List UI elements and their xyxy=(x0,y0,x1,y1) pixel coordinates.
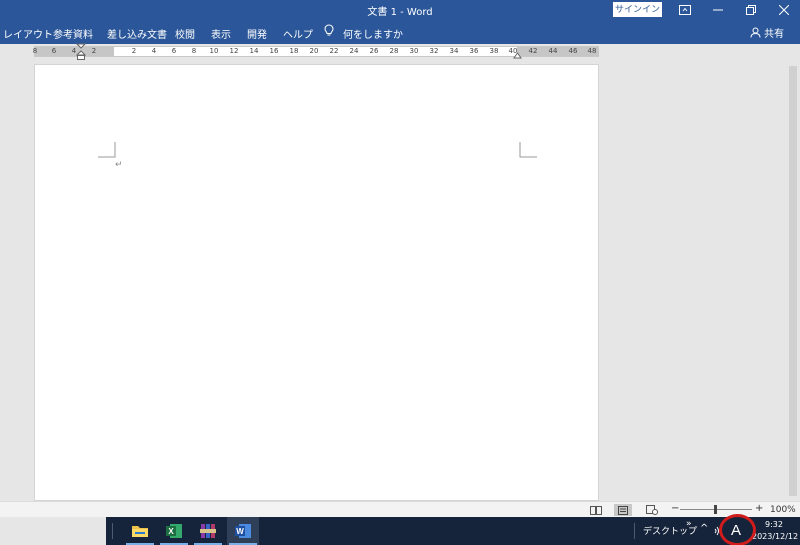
margin-corner-top-right-icon xyxy=(519,142,537,158)
status-bar: − + 100% xyxy=(0,501,800,517)
ruler-number: 28 xyxy=(389,47,399,55)
tab-references[interactable]: 参考資料 xyxy=(53,26,93,41)
minimize-icon[interactable] xyxy=(700,0,736,20)
close-icon[interactable] xyxy=(766,0,800,20)
ruler-number: 16 xyxy=(269,47,279,55)
right-indent-marker-icon[interactable] xyxy=(513,51,522,59)
share-button[interactable]: 共有 xyxy=(750,25,784,40)
taskbar: X W デスクトップ » ^ 9:32 2023/12/12 xyxy=(0,517,800,545)
clock-date: 2023/12/12 xyxy=(752,532,799,541)
ribbon-tab-bar: レイアウト 参考資料 差し込み文書 校閲 表示 開発 ヘルプ 何をしますか 共有 xyxy=(0,20,800,44)
tab-review[interactable]: 校閲 xyxy=(175,26,195,41)
read-mode-icon[interactable] xyxy=(587,504,605,516)
ruler-number: 2 xyxy=(131,47,137,55)
zoom-slider-thumb[interactable] xyxy=(714,505,717,514)
print-layout-icon[interactable] xyxy=(614,504,632,516)
ime-mode-indicator[interactable]: A xyxy=(731,522,741,539)
vertical-scrollbar[interactable] xyxy=(786,64,800,501)
ruler-number: 6 xyxy=(171,47,177,55)
clock-time: 9:32 xyxy=(765,520,783,529)
taskbar-separator xyxy=(634,523,635,539)
winrar-taskbar-button[interactable] xyxy=(192,517,224,545)
ruler-number: 48 xyxy=(587,47,597,55)
share-label: 共有 xyxy=(764,29,784,40)
ruler-number: 2 xyxy=(91,47,97,55)
ruler-number: 36 xyxy=(469,47,479,55)
paragraph-mark: ↵ xyxy=(115,160,123,170)
word-taskbar-button[interactable]: W xyxy=(227,517,259,545)
ruler-number: 6 xyxy=(51,47,57,55)
ruler-number: 24 xyxy=(349,47,359,55)
ruler-number: 32 xyxy=(429,47,439,55)
margin-corner-top-left-icon xyxy=(98,142,116,158)
document-page[interactable]: ↵ xyxy=(34,64,599,501)
ruler-number: 12 xyxy=(229,47,239,55)
svg-text:X: X xyxy=(168,527,174,536)
ruler-number: 46 xyxy=(568,47,578,55)
ruler-number: 4 xyxy=(151,47,157,55)
tab-developer[interactable]: 開発 xyxy=(247,26,267,41)
file-explorer-taskbar-button[interactable] xyxy=(124,517,156,545)
tell-me-search[interactable]: 何をしますか xyxy=(343,26,403,41)
taskbar-divider xyxy=(112,523,113,539)
ruler-number: 42 xyxy=(528,47,538,55)
tab-layout[interactable]: レイアウト xyxy=(3,26,53,41)
ruler-number: 22 xyxy=(329,47,339,55)
tab-mailings[interactable]: 差し込み文書 xyxy=(107,26,167,41)
folder-icon xyxy=(132,526,148,537)
web-layout-icon[interactable] xyxy=(643,504,661,516)
ruler-number: 26 xyxy=(369,47,379,55)
excel-taskbar-button[interactable]: X xyxy=(158,517,190,545)
person-icon xyxy=(750,27,761,38)
restore-icon[interactable] xyxy=(733,0,769,20)
lightbulb-icon[interactable] xyxy=(324,24,334,40)
ruler-number: 20 xyxy=(309,47,319,55)
ruler-number: 14 xyxy=(249,47,259,55)
ruler-number: 10 xyxy=(209,47,219,55)
ruler-number: 34 xyxy=(449,47,459,55)
zoom-in-button[interactable]: + xyxy=(755,503,763,514)
word-icon: W xyxy=(235,524,251,538)
signin-button[interactable]: サインイン xyxy=(613,2,662,17)
ruler-number: 44 xyxy=(548,47,558,55)
indent-marker-icon[interactable] xyxy=(76,43,86,61)
excel-icon: X xyxy=(166,524,182,538)
ruler-number: 38 xyxy=(489,47,499,55)
show-hidden-icons-icon[interactable]: ^ xyxy=(700,523,708,534)
title-bar: 文書 1 - Word サインイン xyxy=(0,0,800,20)
ruler-number: 18 xyxy=(289,47,299,55)
ribbon-display-options-icon[interactable] xyxy=(667,0,703,20)
ruler-number: 30 xyxy=(409,47,419,55)
ruler-number: 8 xyxy=(191,47,197,55)
winrar-icon xyxy=(200,524,216,538)
system-clock[interactable]: 9:32 2023/12/12 xyxy=(752,519,799,543)
ruler-number: 8 xyxy=(32,47,38,55)
zoom-out-button[interactable]: − xyxy=(671,503,679,514)
scrollbar-thumb[interactable] xyxy=(789,66,797,496)
tab-help[interactable]: ヘルプ xyxy=(283,26,313,41)
svg-text:W: W xyxy=(236,527,244,536)
toolbar-expand-icon[interactable]: » xyxy=(686,519,692,529)
taskbar-left-area xyxy=(0,517,106,545)
tab-view[interactable]: 表示 xyxy=(211,26,231,41)
zoom-level[interactable]: 100% xyxy=(770,505,796,515)
